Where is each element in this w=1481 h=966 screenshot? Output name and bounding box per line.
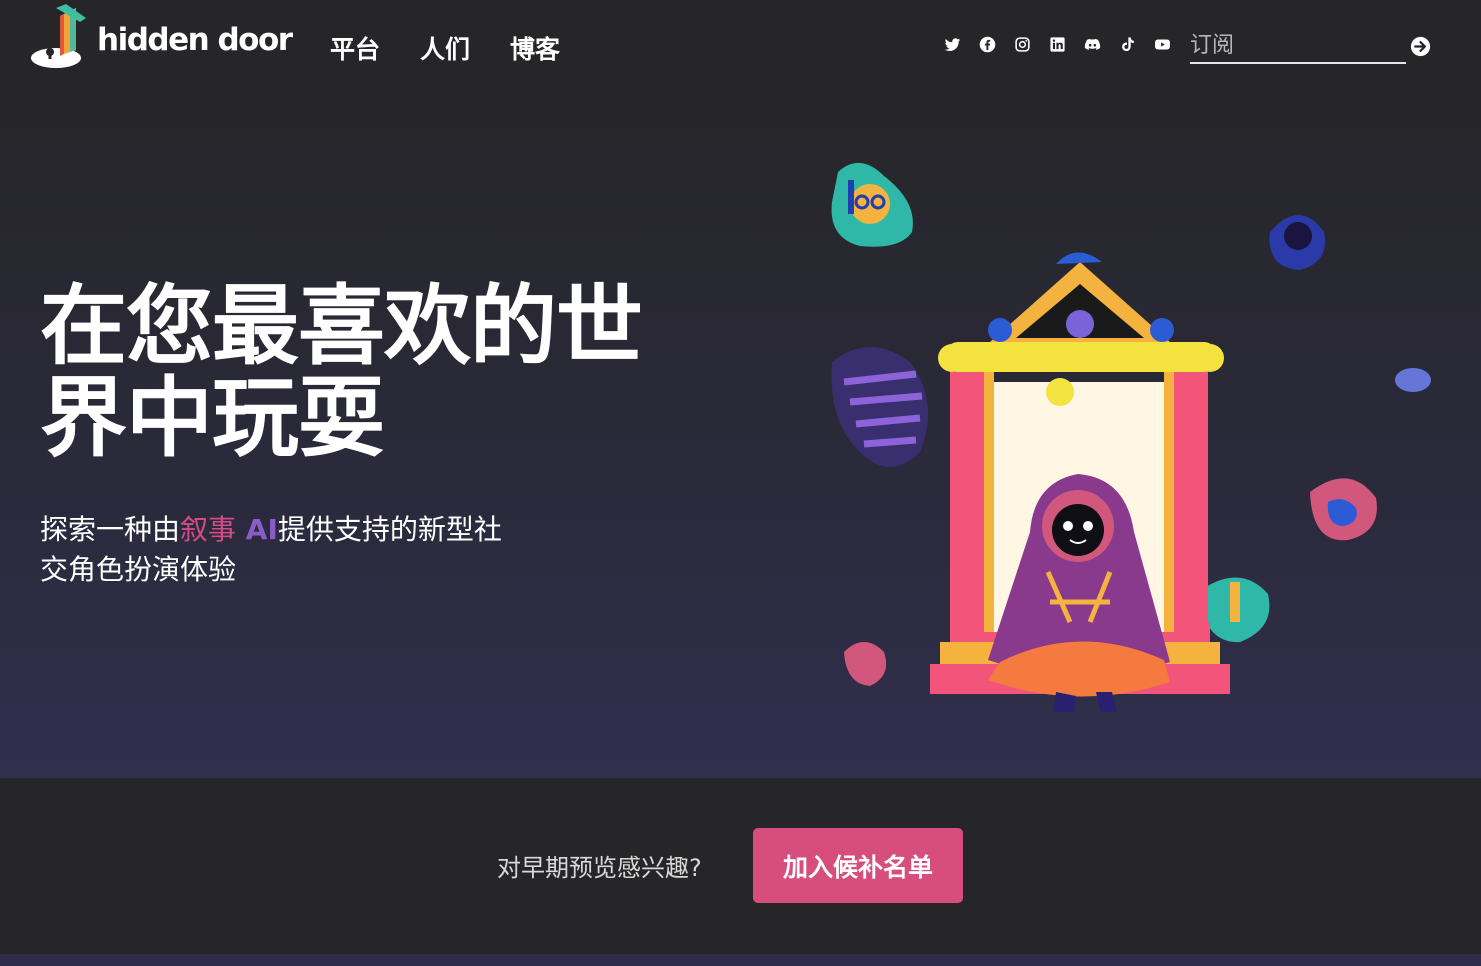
social-links [944, 36, 1171, 53]
nav-item-platform[interactable]: 平台 [330, 30, 380, 66]
subscribe-field [1190, 29, 1406, 64]
floating-blob-right-top [1269, 215, 1325, 270]
join-waitlist-button[interactable]: 加入候补名单 [753, 828, 963, 903]
hero-title: 在您最喜欢的世界中玩耍 [40, 275, 643, 469]
arrow-right-circle-icon[interactable] [1410, 36, 1431, 57]
hero-subtitle-text-start: 探索一种由 [40, 513, 181, 546]
facebook-icon[interactable] [979, 36, 996, 53]
cta-prompt: 对早期预览感兴趣? [497, 854, 702, 882]
hero-subtitle-accent-narrative: 叙事 [180, 513, 237, 546]
footer-strip [0, 954, 1481, 966]
subscribe-input[interactable] [1190, 29, 1406, 62]
site-header: hidden door 平台 人们 博客 [0, 0, 1481, 92]
tiktok-icon[interactable] [1119, 36, 1136, 53]
twitter-icon[interactable] [944, 36, 961, 53]
floating-blob-right-small [1395, 368, 1431, 392]
floating-hat-blob [831, 347, 928, 467]
hero-subtitle-accent-ai: AI [236, 513, 278, 546]
waitlist-cta-section: 对早期预览感兴趣? 加入候补名单 [0, 778, 1481, 954]
floating-character-blob [831, 162, 913, 247]
brand-name[interactable]: hidden door [97, 22, 293, 58]
nav-item-people[interactable]: 人们 [420, 30, 470, 66]
nav-item-blog[interactable]: 博客 [510, 30, 560, 66]
main-nav: 平台 人们 博客 [330, 30, 560, 66]
hero-subtitle: 探索一种由叙事 AI提供支持的新型社交角色扮演体验 [40, 510, 520, 590]
youtube-icon[interactable] [1154, 36, 1171, 53]
discord-icon[interactable] [1084, 36, 1101, 53]
hero-section: 在您最喜欢的世界中玩耍 探索一种由叙事 AI提供支持的新型社交角色扮演体验 [0, 92, 1481, 778]
linkedin-icon[interactable] [1049, 36, 1066, 53]
floating-blob-left-bottom [844, 642, 887, 686]
hidden-door-logo[interactable] [30, 4, 92, 70]
instagram-icon[interactable] [1014, 36, 1031, 53]
floating-blob-right-middle [1310, 478, 1377, 541]
hero-illustration [831, 162, 1431, 712]
